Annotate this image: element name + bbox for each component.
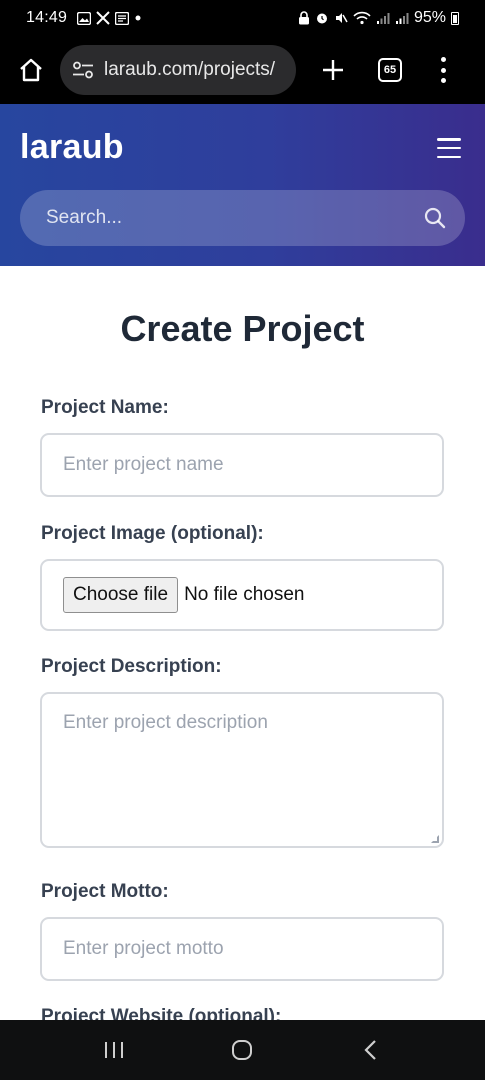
hamburger-menu-button[interactable]	[437, 138, 461, 158]
project-name-field	[40, 433, 444, 497]
file-status: No file chosen	[184, 584, 305, 605]
battery-percent: 95%	[413, 9, 446, 26]
search-icon[interactable]	[423, 206, 447, 230]
battery-icon	[451, 11, 459, 25]
project-website-label: Project Website (optional):	[41, 1006, 282, 1020]
choose-file-button[interactable]: Choose file	[63, 577, 179, 613]
mute-icon	[335, 13, 348, 23]
system-navigation-bar	[0, 1020, 485, 1080]
wifi-icon	[353, 11, 371, 25]
project-description-field	[40, 692, 444, 848]
home-circle-icon	[232, 1040, 253, 1060]
lock-icon	[298, 11, 309, 25]
home-nav-button[interactable]	[222, 1030, 262, 1070]
status-time: 14:49	[26, 9, 68, 26]
browser-menu-button[interactable]	[438, 57, 448, 83]
new-tab-button[interactable]	[318, 55, 348, 85]
browser-toolbar: laraub.com/projects/ 65	[0, 36, 485, 104]
page-title: Create Project	[120, 308, 365, 349]
plus-icon	[323, 60, 343, 80]
news-icon	[115, 11, 130, 25]
search-input[interactable]	[46, 207, 423, 229]
hamburger-line	[437, 138, 461, 141]
project-name-input[interactable]	[42, 435, 442, 495]
status-bar: 14:49 95%	[0, 0, 485, 36]
create-project-form: Create Project Project Name: Project Ima…	[0, 266, 485, 1020]
project-description-label: Project Description:	[41, 656, 222, 677]
kebab-dot	[440, 57, 446, 62]
search-bar	[20, 190, 465, 246]
x-icon	[96, 11, 110, 25]
home-button[interactable]	[14, 53, 48, 87]
project-motto-label: Project Motto:	[41, 881, 169, 902]
signal-icon	[376, 13, 390, 24]
signal-icon	[395, 13, 409, 24]
chevron-left-icon	[364, 1040, 376, 1060]
alarm-icon	[316, 13, 327, 24]
home-icon	[20, 58, 42, 82]
site-logo[interactable]: laraub	[20, 128, 124, 167]
dot-icon	[135, 15, 141, 21]
gallery-icon	[77, 11, 92, 25]
kebab-dot	[440, 67, 446, 73]
project-description-input[interactable]	[42, 694, 442, 846]
project-image-label: Project Image (optional):	[41, 523, 264, 544]
project-image-field: Choose file No file chosen	[40, 559, 444, 631]
recent-apps-button[interactable]	[94, 1030, 134, 1070]
url-text: laraub.com/projects/	[104, 59, 276, 80]
site-settings-icon[interactable]	[72, 61, 94, 79]
kebab-dot	[440, 78, 446, 83]
hamburger-line	[437, 146, 461, 150]
project-motto-field	[40, 917, 444, 981]
project-name-label: Project Name:	[41, 397, 169, 418]
recent-apps-icon	[105, 1042, 124, 1058]
site-header: laraub	[0, 104, 485, 266]
hamburger-line	[437, 155, 461, 158]
tab-switcher-button[interactable]: 65	[378, 58, 402, 82]
project-motto-input[interactable]	[42, 919, 442, 979]
back-button[interactable]	[351, 1030, 391, 1070]
address-bar[interactable]: laraub.com/projects/	[60, 45, 296, 95]
